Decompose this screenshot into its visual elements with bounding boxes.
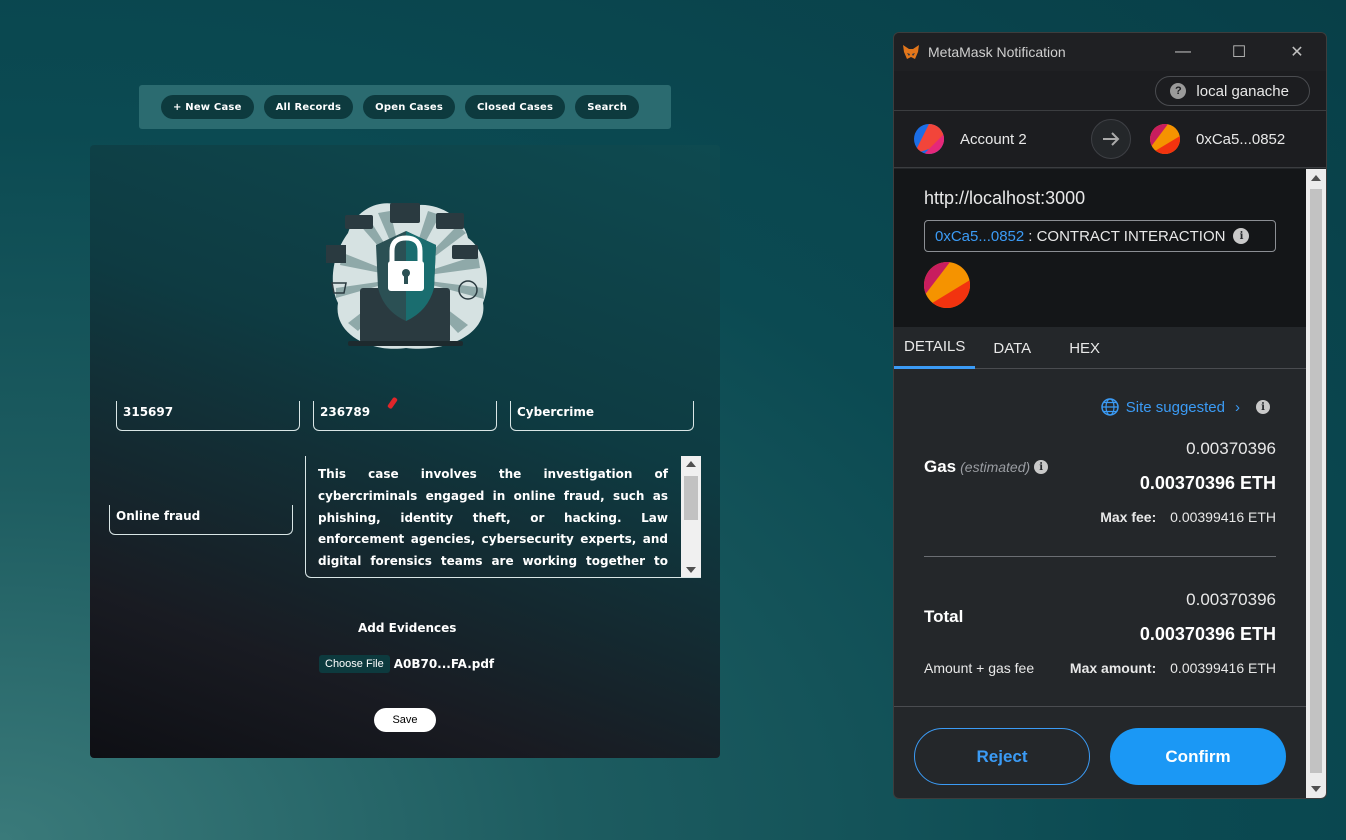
- site-suggested-label: Site suggested: [1125, 398, 1225, 416]
- metamask-window: MetaMask Notification — ☐ ✕ ? local gana…: [893, 32, 1327, 799]
- all-records-button[interactable]: All Records: [263, 95, 354, 119]
- to-account-address: 0xCa5...0852: [1196, 130, 1286, 148]
- action-footer: Reject Confirm: [894, 706, 1306, 798]
- description-textarea[interactable]: This case involves the investigation of …: [305, 456, 701, 578]
- accounts-bar: Account 2 0xCa5...0852: [894, 111, 1326, 168]
- open-cases-button[interactable]: Open Cases: [363, 95, 455, 119]
- max-fee-value: 0.00399416 ETH: [1170, 509, 1276, 525]
- total-eth-value: 0.00370396 ETH: [1139, 624, 1276, 644]
- window-scrollbar[interactable]: [1306, 169, 1326, 798]
- account-avatar-icon: [914, 124, 944, 154]
- origin-url: http://localhost:3000: [924, 188, 1086, 208]
- close-icon[interactable]: ✕: [1274, 33, 1320, 71]
- scroll-down-icon[interactable]: [686, 567, 696, 573]
- closed-cases-button[interactable]: Closed Cases: [465, 95, 566, 119]
- network-bar: ? local ganache: [894, 71, 1326, 111]
- network-name: local ganache: [1196, 82, 1289, 100]
- minimize-icon[interactable]: —: [1160, 33, 1206, 71]
- top-navbar: + New Case All Records Open Cases Closed…: [139, 85, 671, 129]
- info-icon[interactable]: i: [1256, 400, 1270, 414]
- contract-identicon: [924, 262, 970, 308]
- file-name: A0B70...FA.pdf: [393, 657, 495, 671]
- case-id-field[interactable]: 315697: [116, 401, 300, 431]
- window-title: MetaMask Notification: [928, 44, 1066, 60]
- scroll-up-icon[interactable]: [1311, 175, 1321, 181]
- window-titlebar: MetaMask Notification — ☐ ✕: [894, 33, 1326, 71]
- description-text: This case involves the investigation of …: [318, 467, 668, 577]
- max-amount-value: 0.00399416 ETH: [1170, 660, 1276, 676]
- contract-interaction-box: 0xCa5...0852 : CONTRACT INTERACTION i: [924, 220, 1276, 252]
- maximize-icon[interactable]: ☐: [1216, 33, 1262, 71]
- gas-value: 0.00370396: [1186, 439, 1276, 458]
- gas-label-group: Gas (estimated) i: [924, 457, 1049, 477]
- max-amount-label: Max amount:: [1069, 660, 1157, 676]
- gas-label: Gas: [924, 457, 957, 476]
- origin-section: http://localhost:3000 0xCa5...0852 : CON…: [894, 169, 1306, 327]
- to-account[interactable]: 0xCa5...0852: [1150, 124, 1285, 154]
- globe-icon: [1101, 398, 1119, 416]
- total-label: Total: [924, 607, 964, 626]
- gas-eth-value: 0.00370396 ETH: [1139, 473, 1276, 493]
- tabs-bar: DETAILS DATA HEX: [894, 327, 1306, 369]
- question-icon: ?: [1170, 83, 1187, 99]
- second-id-field[interactable]: 236789: [313, 401, 497, 431]
- gas-estimated-label: (estimated): [960, 459, 1031, 475]
- site-suggested-link[interactable]: Site suggested › i: [1100, 397, 1270, 417]
- info-icon[interactable]: i: [1034, 460, 1049, 474]
- amount-gas-label: Amount + gas fee: [924, 660, 1035, 676]
- tab-details[interactable]: DETAILS: [894, 327, 976, 369]
- confirm-button[interactable]: Confirm: [1110, 728, 1286, 785]
- add-evidences-label: Add Evidences: [358, 621, 457, 635]
- metamask-fox-icon: [903, 45, 919, 59]
- divider: [924, 556, 1276, 557]
- choose-file-button[interactable]: Choose File: [319, 655, 390, 673]
- scroll-up-icon[interactable]: [686, 461, 696, 467]
- arrow-right-icon: [1091, 119, 1131, 159]
- case-form-card: 315697 236789 Cybercrime Online fraud Th…: [90, 145, 720, 758]
- category-field[interactable]: Cybercrime: [510, 401, 694, 431]
- details-panel: Site suggested › i Gas (estimated) i 0.0…: [894, 369, 1306, 709]
- contract-avatar-icon: [1150, 124, 1180, 154]
- max-fee-label: Max fee:: [1100, 509, 1157, 525]
- cybersecurity-illustration: [326, 203, 488, 349]
- scroll-thumb[interactable]: [1310, 189, 1322, 773]
- scroll-thumb[interactable]: [684, 476, 698, 520]
- chevron-right-icon: ›: [1235, 398, 1240, 416]
- tab-hex[interactable]: HEX: [1059, 327, 1110, 369]
- new-case-button[interactable]: + New Case: [161, 95, 254, 119]
- contract-interaction-label: : CONTRACT INTERACTION: [1028, 227, 1226, 245]
- network-selector[interactable]: ? local ganache: [1155, 76, 1310, 106]
- max-amount-row: Max amount: 0.00399416 ETH: [1070, 660, 1276, 676]
- max-fee-row: Max fee: 0.00399416 ETH: [1100, 509, 1276, 525]
- save-button[interactable]: Save: [374, 708, 436, 732]
- from-account-name: Account 2: [960, 130, 1027, 148]
- scroll-down-icon[interactable]: [1311, 786, 1321, 792]
- reject-button[interactable]: Reject: [914, 728, 1090, 785]
- tab-data[interactable]: DATA: [983, 327, 1041, 369]
- description-scrollbar[interactable]: [681, 456, 701, 577]
- file-input: Choose File A0B70...FA.pdf: [319, 655, 494, 673]
- search-button[interactable]: Search: [575, 95, 640, 119]
- from-account[interactable]: Account 2: [914, 124, 1027, 154]
- info-icon[interactable]: i: [1233, 228, 1250, 244]
- subcategory-field[interactable]: Online fraud: [109, 505, 293, 535]
- transaction-body: http://localhost:3000 0xCa5...0852 : CON…: [894, 169, 1306, 798]
- total-value: 0.00370396: [1186, 590, 1276, 609]
- contract-address-link[interactable]: 0xCa5...0852: [935, 228, 1024, 245]
